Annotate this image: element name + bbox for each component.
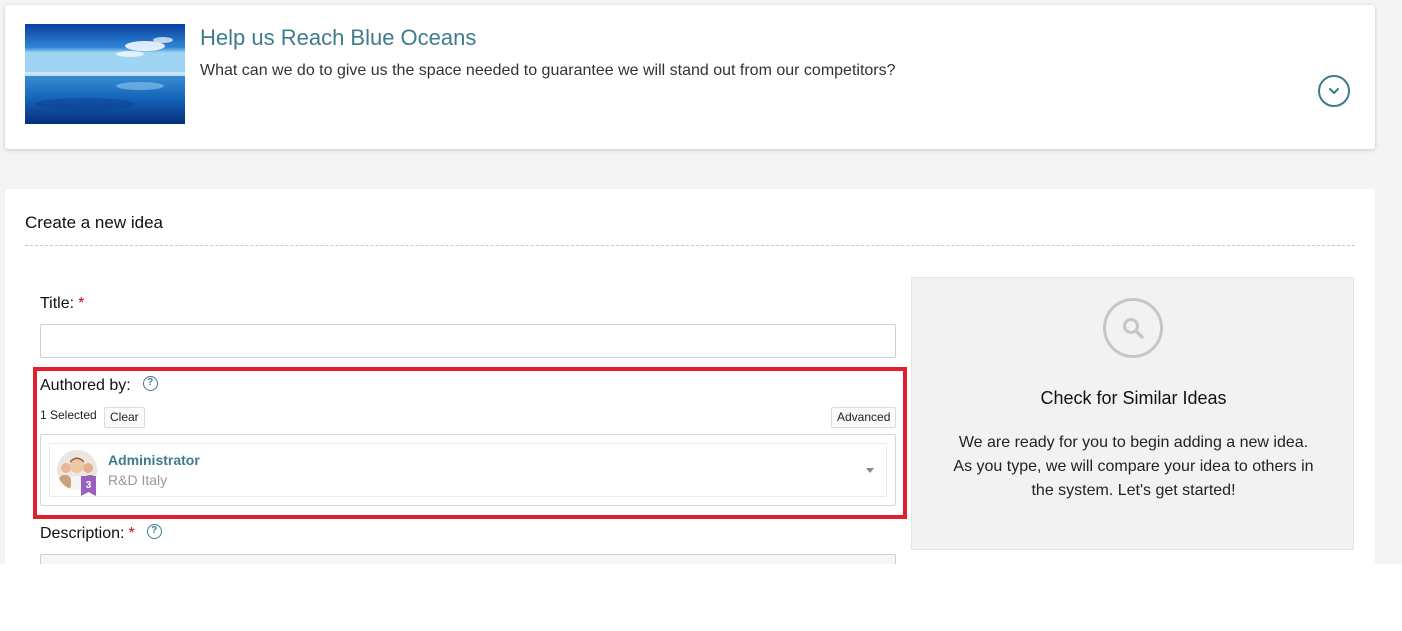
- authored-by-label: Authored by:: [40, 377, 131, 394]
- challenge-description: What can we do to give us the space need…: [200, 62, 896, 79]
- page-title: Create a new idea: [25, 213, 163, 232]
- advanced-button[interactable]: Advanced: [831, 407, 897, 428]
- similar-ideas-panel: Check for Similar Ideas We are ready for…: [911, 277, 1354, 550]
- caret-down-icon[interactable]: [866, 468, 874, 473]
- description-label-row: Description: *?: [40, 524, 162, 543]
- similar-ideas-line: We are ready for you to begin adding a n…: [958, 434, 1309, 451]
- title-divider: [25, 245, 1355, 246]
- author-name[interactable]: Administrator: [108, 452, 200, 468]
- search-icon: [1103, 298, 1163, 358]
- rank-badge-icon: 3: [81, 476, 96, 496]
- chevron-down-icon: [1329, 88, 1339, 94]
- similar-ideas-line: As you type, we will compare your idea t…: [953, 458, 1314, 475]
- challenge-title[interactable]: Help us Reach Blue Oceans: [200, 25, 476, 51]
- author-department: R&D Italy: [108, 472, 168, 488]
- description-label: Description:: [40, 525, 125, 542]
- author-selector[interactable]: 3 Administrator R&D Italy: [40, 434, 896, 506]
- expand-button[interactable]: [1318, 75, 1350, 107]
- help-icon[interactable]: ?: [142, 376, 158, 392]
- help-icon[interactable]: ?: [146, 524, 162, 540]
- author-chip[interactable]: 3 Administrator R&D Italy: [49, 443, 887, 497]
- required-marker: *: [128, 525, 135, 542]
- title-label-row: Title: *: [40, 295, 84, 313]
- create-idea-card: Create a new idea Title: * Authored by:? …: [5, 189, 1375, 564]
- challenge-banner: Help us Reach Blue Oceans What can we do…: [5, 5, 1375, 149]
- challenge-image: [25, 24, 185, 124]
- authored-by-label-row: Authored by:?: [40, 376, 158, 395]
- clear-button[interactable]: Clear: [104, 407, 145, 428]
- similar-ideas-message: We are ready for you to begin adding a n…: [912, 431, 1355, 503]
- title-label: Title:: [40, 295, 75, 312]
- page-viewport: Help us Reach Blue Oceans What can we do…: [0, 0, 1402, 564]
- similar-ideas-line: the system. Let's get started!: [1031, 482, 1236, 499]
- selected-count: 1 Selected: [40, 408, 97, 422]
- similar-ideas-title: Check for Similar Ideas: [1040, 388, 1227, 408]
- description-editor[interactable]: [40, 554, 896, 564]
- rank-number: 3: [86, 480, 92, 491]
- required-marker: *: [78, 295, 85, 312]
- title-input[interactable]: [40, 324, 896, 358]
